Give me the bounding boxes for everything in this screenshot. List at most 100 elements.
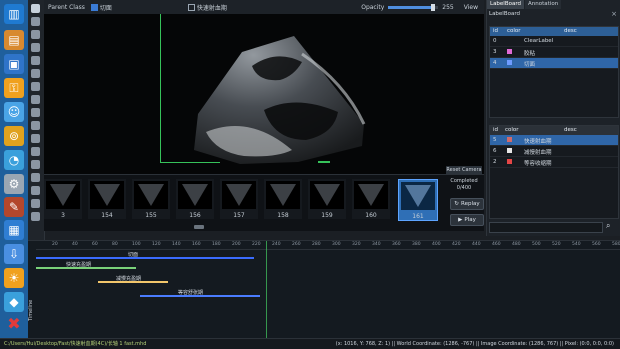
timeline-tick: 160 — [192, 242, 201, 247]
network-icon[interactable]: ⊚ — [4, 126, 24, 146]
replay-label: Replay — [461, 201, 480, 207]
thumbnail-image — [310, 181, 344, 209]
thumbnail[interactable]: 156 — [176, 179, 214, 219]
timeline-ruler: 20 40 60 80 100 120 140 160 180 200 220 240 260 280 30… — [36, 241, 620, 250]
replay-icon: ↻ — [454, 201, 459, 207]
thumbnail[interactable]: 157 — [220, 179, 258, 219]
tool-fill[interactable] — [31, 95, 40, 104]
lock-icon[interactable]: ⚿ — [4, 78, 24, 98]
table-row[interactable]: 2 等容收缩期 — [490, 157, 618, 168]
tool-label[interactable] — [31, 186, 40, 195]
timeline-tick: 320 — [352, 242, 361, 247]
color-swatch — [507, 148, 512, 153]
tool-rectangle[interactable] — [31, 56, 40, 65]
tool-select[interactable] — [31, 4, 40, 13]
app-window: ▥ ▤ ▣ ⚿ ☺ ⊚ ◔ ⚙ ✎ ▦ ⇩ ☀ ◆ ✖ Parent Class… — [0, 0, 620, 349]
track-3[interactable]: 减慢充盈期 — [98, 275, 208, 285]
thumbnail-number: 161 — [412, 213, 424, 220]
thumbnail[interactable]: 154 — [88, 179, 126, 219]
play-button[interactable]: ▶ Play — [450, 214, 484, 226]
timeline-tick: 200 — [232, 242, 241, 247]
person-icon[interactable]: ☺ — [4, 102, 24, 122]
image-viewer[interactable] — [44, 14, 484, 174]
tool-column — [28, 0, 45, 240]
thumbnail[interactable]: 159 — [308, 179, 346, 219]
search-input[interactable] — [489, 222, 603, 233]
header-desc: desc — [564, 28, 577, 34]
save-icon[interactable]: ▣ — [4, 54, 24, 74]
tool-line[interactable] — [31, 82, 40, 91]
tool-brush[interactable] — [31, 17, 40, 26]
thumbnail-selected[interactable]: 161 — [398, 179, 438, 221]
table-row-selected[interactable]: 4 切面 — [490, 58, 618, 69]
book-icon[interactable]: ▥ — [4, 4, 24, 24]
timeline-tick: 140 — [172, 242, 181, 247]
class-1-label: 切面 — [99, 4, 112, 12]
play-label: Play — [464, 217, 476, 223]
browser-icon[interactable]: ◔ — [4, 150, 24, 170]
tool-zoom[interactable] — [31, 108, 40, 117]
timeline-tick: 420 — [452, 242, 461, 247]
document-icon[interactable]: ▦ — [4, 220, 24, 240]
tool-redo[interactable] — [31, 160, 40, 169]
tool-eraser[interactable] — [31, 30, 40, 39]
class-1-checkbox[interactable] — [90, 3, 98, 11]
tool-settings[interactable] — [31, 173, 40, 182]
tab-annotation[interactable]: Annotation — [525, 0, 562, 9]
gear-icon[interactable]: ⚙ — [4, 174, 24, 194]
strip-scroll-handle[interactable] — [194, 225, 204, 229]
tool-circle[interactable] — [31, 69, 40, 78]
timeline-tick: 360 — [392, 242, 401, 247]
tool-polygon[interactable] — [31, 43, 40, 52]
thumbnail[interactable]: 3 — [44, 179, 82, 219]
track-1[interactable]: 切面 — [36, 251, 256, 261]
thumbnail[interactable]: 160 — [352, 179, 390, 219]
thumbnail[interactable]: 158 — [264, 179, 302, 219]
track-bar — [36, 257, 254, 259]
tool-pan[interactable] — [31, 121, 40, 130]
color-swatch — [507, 159, 512, 164]
close-icon[interactable]: × — [611, 10, 617, 18]
table-row-selected[interactable]: 5 快速射血期 — [490, 135, 618, 146]
tools-icon[interactable]: ✎ — [4, 197, 24, 217]
header-id: id — [493, 127, 499, 133]
right-panel: LabelBoard Annotation LabelBoard × id co… — [486, 0, 620, 236]
color-swatch — [507, 137, 512, 142]
timeline-tick: 560 — [592, 242, 601, 247]
crosshair-horizontal — [160, 162, 220, 163]
play-icon: ▶ — [458, 217, 463, 223]
replay-button[interactable]: ↻ Replay — [450, 198, 484, 210]
row-desc: 胶粘 — [524, 51, 536, 57]
timeline-tick: 220 — [252, 242, 261, 247]
tool-undo[interactable] — [31, 147, 40, 156]
class-2-checkbox[interactable] — [187, 3, 195, 11]
folder-icon[interactable]: ▤ — [4, 30, 24, 50]
diamond-icon[interactable]: ◆ — [4, 292, 24, 312]
search-icon[interactable]: ⌕ — [606, 221, 610, 231]
row-desc: ClearLabel — [524, 38, 554, 44]
tool-more[interactable] — [31, 212, 40, 221]
thumbnail[interactable]: 155 — [132, 179, 170, 219]
track-label: 减慢充盈期 — [116, 276, 142, 282]
table-row[interactable]: 3 胶粘 — [490, 47, 618, 58]
close-icon[interactable]: ✖ — [4, 314, 24, 334]
completed-label: Completed — [450, 178, 478, 184]
opacity-slider-knob[interactable] — [431, 3, 436, 11]
reset-camera-button[interactable]: Reset Camera — [446, 166, 482, 174]
brightness-icon[interactable]: ☀ — [4, 268, 24, 288]
tool-grid[interactable] — [31, 199, 40, 208]
track-2[interactable]: 快速充盈期 — [36, 261, 156, 271]
view-label: View — [463, 3, 478, 11]
opacity-slider[interactable] — [388, 3, 439, 11]
table-row[interactable]: 0 ClearLabel — [490, 36, 618, 47]
thumbnail-number: 157 — [233, 212, 245, 219]
tool-measure[interactable] — [31, 134, 40, 143]
tab-labelboard[interactable]: LabelBoard — [487, 0, 525, 9]
track-4[interactable]: 等容舒张期 — [140, 289, 290, 299]
timeline-label: Timeline — [28, 299, 34, 321]
parent-class-label: Parent Class — [48, 3, 85, 11]
status-bar: C:/Users/Hui/Desktop/Fast/快速射血期(4C)/长轴 1… — [0, 338, 620, 349]
table-row[interactable]: 6 减慢射血期 — [490, 146, 618, 157]
download-icon[interactable]: ⇩ — [4, 244, 24, 264]
thumbnail-image — [134, 181, 168, 209]
